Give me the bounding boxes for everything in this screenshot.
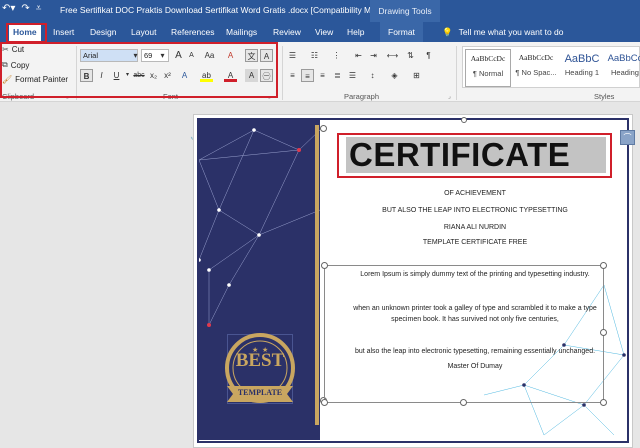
gold-divider [315,125,319,425]
show-marks-button[interactable]: ¶ [422,49,435,62]
textbox-handle[interactable] [321,262,328,269]
tab-design[interactable]: Design [90,25,116,39]
multilevel-list-icon[interactable]: ⋮ [330,49,343,62]
sort-icon[interactable]: ⇅ [404,49,417,62]
tell-me-text: Tell me what you want to do [458,27,564,37]
signature-line[interactable]: Master Of Dumay [325,363,625,370]
lightbulb-icon: 💡 [442,27,453,37]
body-line[interactable]: but also the leap into electronic typese… [325,348,625,355]
textbox-handle[interactable] [460,399,467,406]
styles-group-label: Styles [594,92,615,101]
undo-icon[interactable]: ↶▾ [2,3,15,14]
ribbon-tabs: Home Insert Design Layout References Mai… [0,22,640,42]
body-line[interactable]: TEMPLATE CERTIFICATE FREE [325,239,625,246]
tab-mailings[interactable]: Mailings [226,25,257,39]
style-name: Heading [611,68,639,77]
style-name: ¶ Normal [472,69,504,78]
borders-icon[interactable]: ⊞ [410,69,423,82]
subtitle-line[interactable]: OF ACHIEVEMENT [325,190,625,197]
title-bar: ↶▾ ↷ ⩡ Free Sertifikat DOC Praktis Downl… [0,0,640,22]
document-title: Free Sertifikat DOC Praktis Download Ser… [60,5,395,15]
style-heading-1[interactable]: AaBbC Heading 1 [559,49,605,87]
customize-icon[interactable]: ⩡ [36,3,42,14]
line-spacing-icon[interactable]: ↕ [366,69,379,82]
style-preview: AaBbCcDc [470,54,506,63]
paragraph-launcher-icon[interactable]: ⌟ [448,93,451,100]
align-center-icon[interactable]: ≡ [301,69,314,82]
home-tab-highlight [6,23,47,43]
numbering-icon[interactable]: ☷ [308,49,321,62]
body-line[interactable]: specimen book. It has survived not only … [325,316,625,323]
group-separator [456,46,457,100]
decorative-panel: ★ ★ BEST TEMPLATE [199,120,320,440]
style-preview: AaBbC [564,53,600,65]
align-left-icon[interactable]: ≡ [286,69,299,82]
styles-gallery: AaBbCcDc ¶ Normal AaBbCcDc ¶ No Spac... … [462,46,640,88]
chinese-layout-icon[interactable]: ⟷ [386,49,399,62]
style-name: ¶ No Spac... [515,68,557,77]
tab-format[interactable]: Format [380,22,423,42]
rotate-handle[interactable] [461,117,467,123]
increase-indent-icon[interactable]: ⇥ [367,49,380,62]
tab-layout[interactable]: Layout [131,25,157,39]
tell-me-search[interactable]: 💡 Tell me what you want to do [442,27,563,38]
decrease-indent-icon[interactable]: ⇤ [352,49,365,62]
tab-view[interactable]: View [315,25,333,39]
tab-insert[interactable]: Insert [53,25,74,39]
paragraph-group-label: Paragraph [344,92,380,101]
redo-icon[interactable]: ↷ [21,3,29,14]
body-line[interactable]: BUT ALSO THE LEAP INTO ELECTRONIC TYPESE… [325,207,625,214]
recipient-name[interactable]: RIANA ALI NURDIN [325,224,625,231]
style-preview: AaBbCcDc [518,53,554,62]
align-right-icon[interactable]: ≡ [316,69,329,82]
textbox-handle[interactable] [321,399,328,406]
body-line[interactable]: Lorem Ipsum is simply dummy text of the … [325,271,625,278]
distributed-icon[interactable]: ☰ [346,69,359,82]
textbox-handle[interactable] [600,329,607,336]
body-line[interactable]: when an unknown printer took a galley of… [325,305,625,312]
drawing-tools-header: Drawing Tools [370,0,440,22]
style-preview: AaBbCc [607,53,640,64]
style-name: Heading 1 [564,68,600,77]
justify-icon[interactable]: ≣ [331,69,344,82]
tab-help[interactable]: Help [347,25,364,39]
tab-review[interactable]: Review [273,25,301,39]
document-page[interactable]: ★ ★ BEST TEMPLATE CERTIFICATE OF ACHIEVE… [193,114,633,448]
document-area: ⚓ [0,102,640,448]
text-box-frame[interactable] [324,265,604,403]
ribbon-highlight [0,42,278,98]
group-separator [282,46,283,100]
best-template-badge: ★ ★ [225,333,295,403]
shape-handle[interactable] [320,125,327,132]
quick-access-toolbar: ↶▾ ↷ ⩡ [2,3,41,14]
textbox-handle[interactable] [600,399,607,406]
textbox-handle[interactable] [600,262,607,269]
title-selection-highlight [337,133,612,178]
shading-icon[interactable]: ◈ [388,69,401,82]
style-heading-2[interactable]: AaBbCc Heading [605,49,640,87]
bullets-icon[interactable]: ☰ [286,49,299,62]
badge-best-text: BEST [235,350,285,371]
style-normal[interactable]: AaBbCcDc ¶ Normal [465,49,511,87]
badge-ribbon-text: TEMPLATE [237,388,283,397]
layout-options-icon[interactable]: ⌒ [620,130,635,145]
tab-references[interactable]: References [171,25,214,39]
style-no-spacing[interactable]: AaBbCcDc ¶ No Spac... [513,49,559,87]
